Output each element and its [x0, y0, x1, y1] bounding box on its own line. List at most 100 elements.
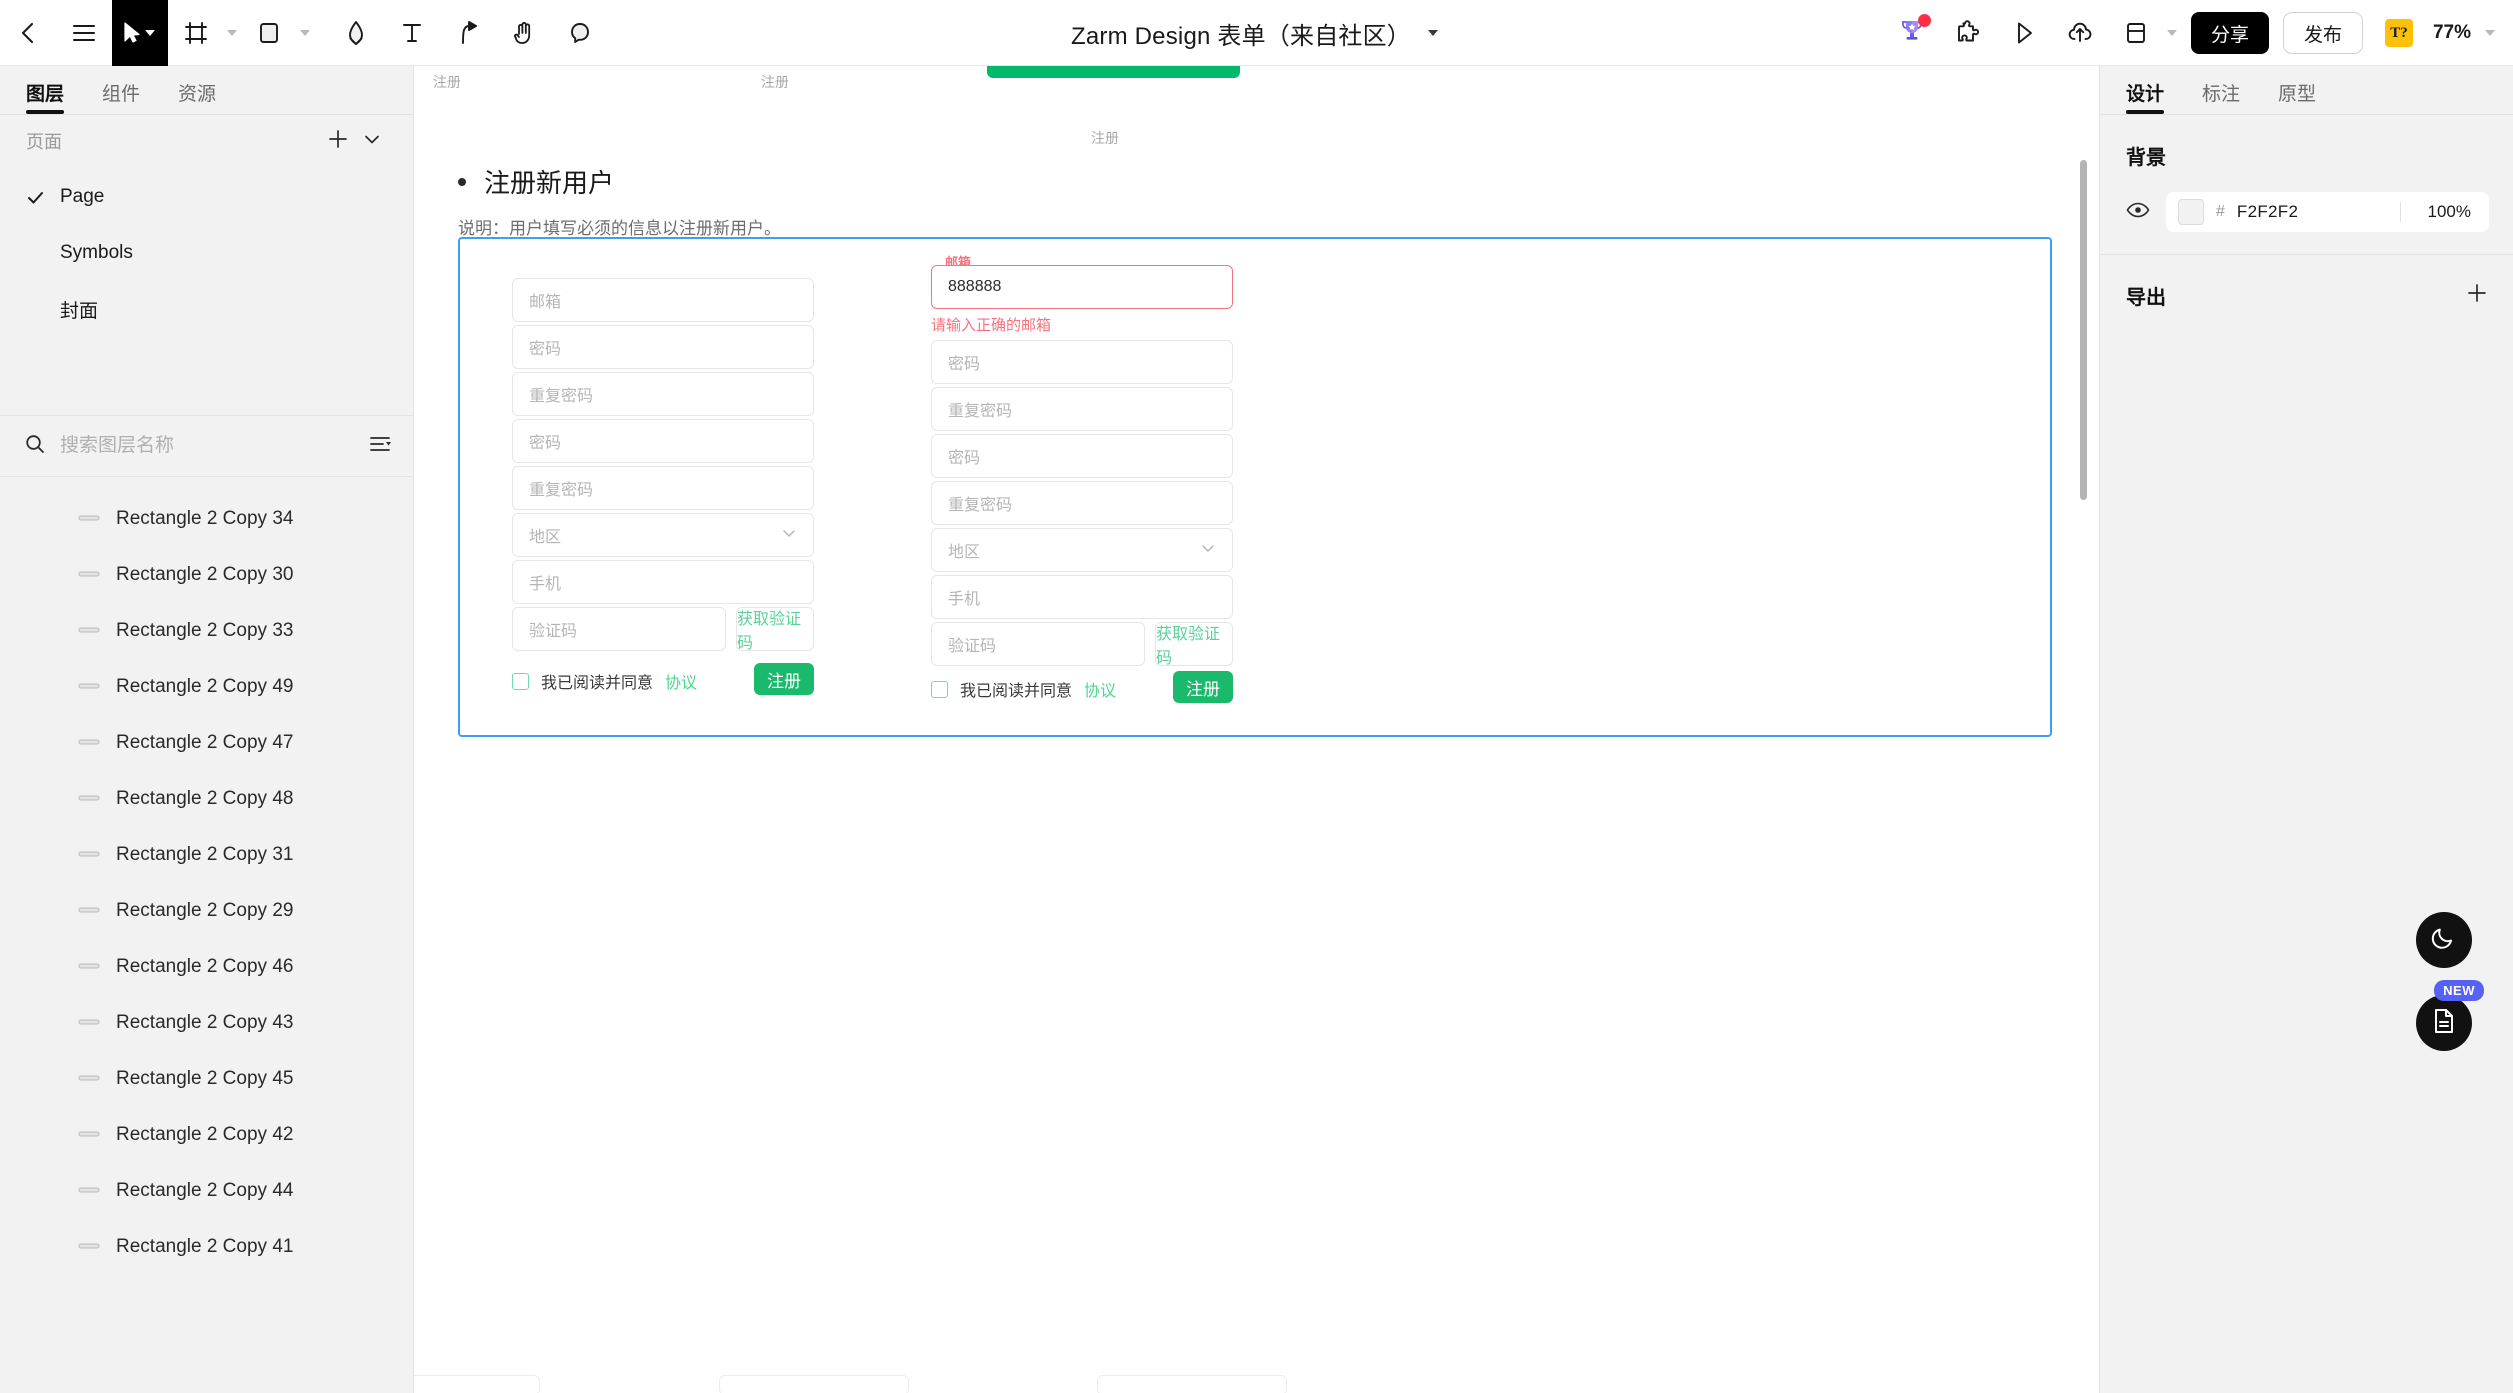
theme-toggle-fab[interactable]	[2416, 912, 2472, 968]
region-select[interactable]: 地区	[512, 513, 814, 557]
agreement-checkbox[interactable]	[512, 672, 529, 690]
eye-icon[interactable]	[2126, 201, 2150, 224]
page-title: 注册新用户	[484, 168, 615, 198]
tool-select-caret-icon[interactable]	[144, 29, 155, 36]
tool-select[interactable]	[112, 0, 168, 66]
document-title-caret-icon[interactable]	[1428, 30, 1439, 36]
add-export-button[interactable]	[2465, 281, 2489, 310]
list-item[interactable]: Rectangle 2 Copy 48	[0, 771, 413, 827]
sort-filter-icon[interactable]	[369, 435, 391, 458]
password-field[interactable]: 密码	[931, 340, 1233, 384]
register-button[interactable]: 注册	[1173, 671, 1233, 703]
docs-fab[interactable]	[2416, 995, 2472, 1051]
agreement-link[interactable]: 协议	[1084, 677, 1116, 701]
help-badge[interactable]: T?	[2384, 19, 2413, 47]
color-swatch[interactable]	[2178, 199, 2204, 225]
tool-text[interactable]	[384, 0, 440, 66]
get-code-button[interactable]: 获取验证码	[736, 607, 814, 652]
repeat-password-field[interactable]: 重复密码	[931, 387, 1233, 431]
tool-frame-caret-icon[interactable]	[227, 29, 237, 36]
frame-label-top-3: 注册	[1091, 130, 1119, 146]
tool-frame[interactable]	[168, 0, 241, 66]
list-item[interactable]: Rectangle 2 Copy 44	[0, 1163, 413, 1219]
page-item-symbols[interactable]: Symbols	[0, 225, 413, 281]
list-item[interactable]: Rectangle 2 Copy 31	[0, 827, 413, 883]
search-input[interactable]	[60, 435, 355, 457]
tab-prototype[interactable]: 原型	[2278, 79, 2316, 114]
tool-comment[interactable]	[552, 0, 608, 66]
agreement-checkbox[interactable]	[931, 680, 948, 698]
list-item[interactable]: Rectangle 2 Copy 29	[0, 883, 413, 939]
background-color-chip[interactable]: # F2F2F2 100%	[2166, 192, 2489, 232]
repeat-password-field-2[interactable]: 重复密码	[931, 481, 1233, 525]
menu-button[interactable]	[56, 0, 112, 66]
hex-value[interactable]: F2F2F2	[2237, 202, 2388, 222]
list-item[interactable]: Rectangle 2 Copy 46	[0, 939, 413, 995]
layer-label: Rectangle 2 Copy 49	[116, 676, 294, 697]
right-panel: 设计 标注 原型 背景 # F2F2F2 100% 导出	[2099, 66, 2513, 1393]
repeat-password-field-2[interactable]: 重复密码	[512, 466, 814, 510]
list-item[interactable]: Rectangle 2 Copy 33	[0, 603, 413, 659]
tab-assets[interactable]: 资源	[178, 79, 216, 114]
tool-pen[interactable]	[328, 0, 384, 66]
upload-button[interactable]	[2052, 0, 2108, 66]
background-fill-row: # F2F2F2 100%	[2126, 192, 2489, 232]
trophy-button[interactable]	[1884, 0, 1940, 66]
tool-shape-button[interactable]	[241, 0, 297, 66]
list-item[interactable]: Rectangle 2 Copy 49	[0, 659, 413, 715]
design-canvas[interactable]: 注册 注册 注册 注册新用户 说明：用户填写必须的信息以注册新用户。 邮箱 密码…	[414, 66, 2099, 1393]
password-field-2[interactable]: 密码	[512, 419, 814, 463]
list-item[interactable]: Rectangle 2 Copy 43	[0, 995, 413, 1051]
list-item[interactable]: Rectangle 2 Copy 34	[0, 491, 413, 547]
agreement-link[interactable]: 协议	[665, 669, 697, 693]
list-item[interactable]: Rectangle 2 Copy 47	[0, 715, 413, 771]
pages-spacer	[0, 337, 413, 415]
list-item[interactable]: Rectangle 2 Copy 41	[0, 1219, 413, 1275]
opacity-value[interactable]: 100%	[2413, 202, 2477, 222]
tab-components[interactable]: 组件	[102, 79, 140, 114]
verify-code-field[interactable]: 验证码	[512, 607, 726, 651]
add-page-button[interactable]	[321, 124, 355, 158]
email-field-error[interactable]: 888888	[931, 265, 1233, 309]
list-item[interactable]: Rectangle 2 Copy 30	[0, 547, 413, 603]
tab-layers[interactable]: 图层	[26, 79, 65, 114]
page-item-cover[interactable]: 封面	[0, 281, 413, 337]
register-button[interactable]: 注册	[754, 663, 814, 695]
page-item-page[interactable]: Page	[0, 169, 413, 225]
collapse-pages-button[interactable]	[355, 124, 389, 158]
verify-code-field[interactable]: 验证码	[931, 622, 1145, 666]
document-title: Zarm Design 表单（来自社区）	[1070, 22, 1412, 50]
layout-toggle[interactable]	[2108, 0, 2181, 66]
tool-hand[interactable]	[496, 0, 552, 66]
email-field[interactable]: 邮箱	[512, 278, 814, 322]
layout-button[interactable]	[2108, 0, 2164, 66]
tool-shape-caret-icon[interactable]	[300, 29, 310, 36]
play-preview-icon	[2012, 20, 2036, 46]
list-item[interactable]: Rectangle 2 Copy 45	[0, 1051, 413, 1107]
tool-path[interactable]	[440, 0, 496, 66]
zoom-level[interactable]: 77%	[2433, 22, 2471, 44]
tool-shape[interactable]	[241, 0, 314, 66]
password-field[interactable]: 密码	[512, 325, 814, 369]
document-title-button[interactable]: Zarm Design 表单（来自社区）	[1071, 16, 1442, 51]
preview-button[interactable]	[1996, 0, 2052, 66]
layers-list[interactable]: Rectangle 2 Copy 34 Rectangle 2 Copy 30 …	[0, 477, 413, 1393]
tool-frame-button[interactable]	[168, 0, 224, 66]
plugins-button[interactable]	[1940, 0, 1996, 66]
back-button[interactable]	[0, 0, 56, 66]
canvas-vertical-scrollbar[interactable]	[2080, 160, 2087, 500]
repeat-password-field[interactable]: 重复密码	[512, 372, 814, 416]
zoom-caret-icon[interactable]	[2485, 30, 2495, 36]
tab-design[interactable]: 设计	[2126, 79, 2165, 114]
get-code-button[interactable]: 获取验证码	[1155, 622, 1233, 667]
phone-field[interactable]: 手机	[931, 575, 1233, 619]
share-button[interactable]: 分享	[2190, 12, 2269, 54]
tab-annotation[interactable]: 标注	[2202, 79, 2240, 114]
list-item[interactable]: Rectangle 2 Copy 42	[0, 1107, 413, 1163]
publish-button[interactable]: 发布	[2282, 12, 2363, 54]
region-select[interactable]: 地区	[931, 528, 1233, 572]
layout-caret-icon[interactable]	[2166, 30, 2177, 36]
phone-field[interactable]: 手机	[512, 560, 814, 604]
password-field-2[interactable]: 密码	[931, 434, 1233, 478]
selected-form-frame[interactable]: 邮箱 密码 重复密码 密码 重复密码 地区 手机 验证码 获取验证码 我已阅读并…	[458, 237, 2052, 737]
